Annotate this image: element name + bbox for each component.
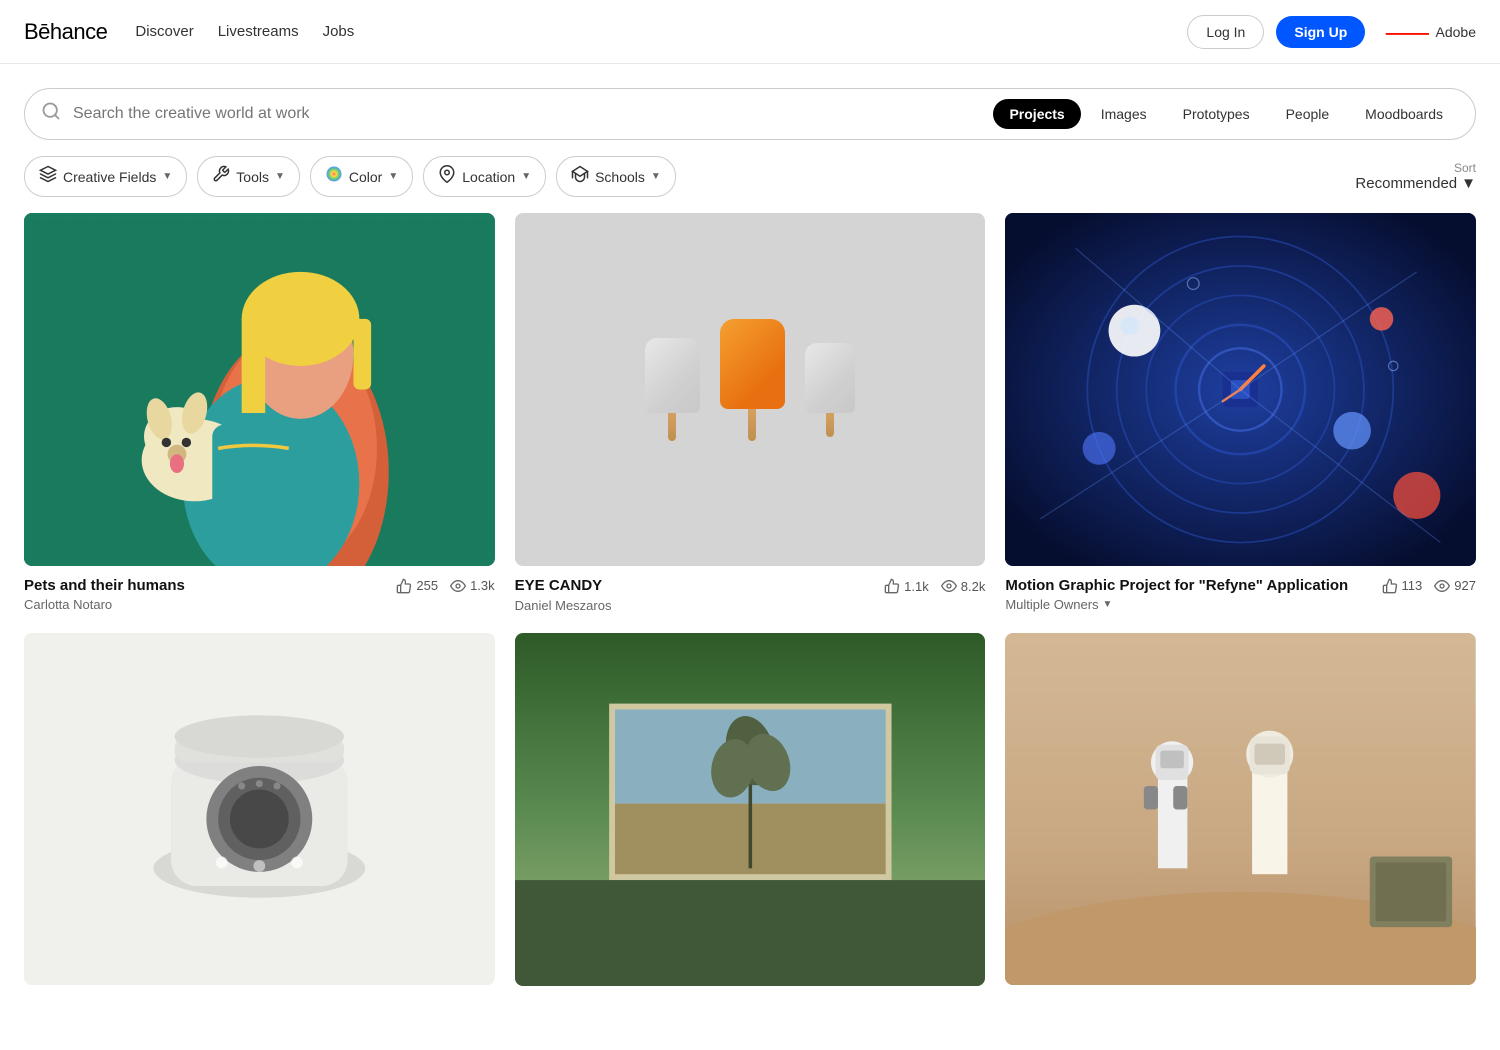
likes-stat: 113 [1382,578,1423,594]
project-thumbnail [515,633,986,986]
schools-icon [571,165,589,188]
popsicle-head [805,343,855,413]
nav-links: Discover Livestreams Jobs [135,23,354,40]
navbar: Bēhance Discover Livestreams Jobs Log In… [0,0,1500,64]
color-icon [325,165,343,188]
sort-button[interactable]: Recommended ▼ [1355,175,1476,192]
project-card-bottom [24,995,495,997]
project-card[interactable] [515,633,986,998]
tab-moodboards[interactable]: Moodboards [1349,99,1459,129]
project-stats: 113 927 [1382,576,1476,594]
project-card-bottom: Motion Graphic Project for "Refyne" Appl… [1005,576,1476,613]
chevron-down-icon: ▼ [388,171,398,182]
project-thumbnail [24,213,495,566]
chevron-down-icon: ▼ [521,171,531,182]
popsicle-stick [748,409,756,441]
blue-abstract-visual [1005,213,1476,566]
likes-stat: 1.1k [884,578,929,594]
project-card[interactable] [1005,633,1476,998]
project-card-bottom: Pets and their humans Carlotta Notaro 25… [24,576,495,613]
popsicle-item [645,338,700,441]
project-meta: Motion Graphic Project for "Refyne" Appl… [1005,576,1476,613]
search-bar: Projects Images Prototypes People Moodbo… [24,88,1476,140]
popsicle-stick [668,413,676,441]
project-card[interactable]: Motion Graphic Project for "Refyne" Appl… [1005,213,1476,613]
tab-projects[interactable]: Projects [993,99,1080,129]
nav-livestreams[interactable]: Livestreams [218,23,299,40]
project-card-bottom [1005,995,1476,997]
chevron-down-icon: ▼ [1103,599,1113,610]
project-meta: Pets and their humans Carlotta Notaro 25… [24,576,495,613]
filter-creative-fields[interactable]: Creative Fields ▼ [24,156,187,197]
tools-icon [212,165,230,188]
project-card[interactable]: Pets and their humans Carlotta Notaro 25… [24,213,495,613]
tab-images[interactable]: Images [1085,99,1163,129]
project-thumbnail [515,213,986,566]
project-meta: EYE CANDY Daniel Meszaros 1.1k 8.2k [515,576,986,613]
signup-button[interactable]: Sign Up [1276,16,1365,48]
popsicle-item [805,343,855,437]
likes-stat: 255 [396,578,438,594]
adobe-logo: ⸻ Adobe [1385,19,1476,45]
nav-jobs[interactable]: Jobs [323,23,355,40]
project-title: Pets and their humans [24,576,185,596]
search-tabs: Projects Images Prototypes People Moodbo… [993,99,1459,129]
tab-prototypes[interactable]: Prototypes [1167,99,1266,129]
chevron-down-icon: ▼ [162,171,172,182]
search-input[interactable] [73,105,969,123]
filter-tools[interactable]: Tools ▼ [197,156,300,197]
location-icon [438,165,456,188]
project-title: Motion Graphic Project for "Refyne" Appl… [1005,576,1348,596]
project-thumbnail [24,633,495,986]
project-card-bottom: EYE CANDY Daniel Meszaros 1.1k 8.2k [515,576,986,613]
filter-location[interactable]: Location ▼ [423,156,546,197]
project-card[interactable] [24,633,495,998]
login-button[interactable]: Log In [1187,15,1264,49]
project-title: EYE CANDY [515,576,612,596]
project-thumbnail [1005,633,1476,986]
chevron-down-icon: ▼ [1461,175,1476,192]
chevron-down-icon: ▼ [651,171,661,182]
project-info: Pets and their humans Carlotta Notaro [24,576,185,613]
views-stat: 927 [1434,578,1476,594]
search-section: Projects Images Prototypes People Moodbo… [0,64,1500,140]
popsicle-item [720,319,785,441]
filter-schools[interactable]: Schools ▼ [556,156,676,197]
popsicle-head [645,338,700,413]
filter-color[interactable]: Color ▼ [310,156,413,197]
filters-row: Creative Fields ▼ Tools ▼ [0,140,1500,213]
nav-discover[interactable]: Discover [135,23,193,40]
creative-fields-icon [39,165,57,188]
navbar-right: Log In Sign Up ⸻ Adobe [1187,15,1476,49]
search-icon [41,101,61,127]
project-author: Carlotta Notaro [24,597,185,612]
project-card-bottom [515,996,986,998]
popsicle-head [720,319,785,409]
project-stats: 1.1k 8.2k [884,576,985,594]
projects-grid: Pets and their humans Carlotta Notaro 25… [0,213,1500,1022]
project-card[interactable]: EYE CANDY Daniel Meszaros 1.1k 8.2k [515,213,986,613]
behance-logo[interactable]: Bēhance [24,19,107,45]
sort-group: Sort Recommended ▼ [1355,161,1476,192]
project-thumbnail [1005,213,1476,566]
adobe-icon: ⸻ [1385,19,1429,45]
project-meta [515,996,986,998]
project-info: Motion Graphic Project for "Refyne" Appl… [1005,576,1348,613]
popsicle-stick [826,413,834,437]
project-author: Daniel Meszaros [515,598,612,613]
project-stats: 255 1.3k [396,576,494,594]
chevron-down-icon: ▼ [275,171,285,182]
views-stat: 1.3k [450,578,495,594]
views-stat: 8.2k [941,578,986,594]
project-meta [1005,995,1476,997]
project-author: Multiple Owners ▼ [1005,597,1348,612]
tab-people[interactable]: People [1270,99,1346,129]
project-info: EYE CANDY Daniel Meszaros [515,576,612,613]
project-meta [24,995,495,997]
popsicle-visual [515,213,986,566]
